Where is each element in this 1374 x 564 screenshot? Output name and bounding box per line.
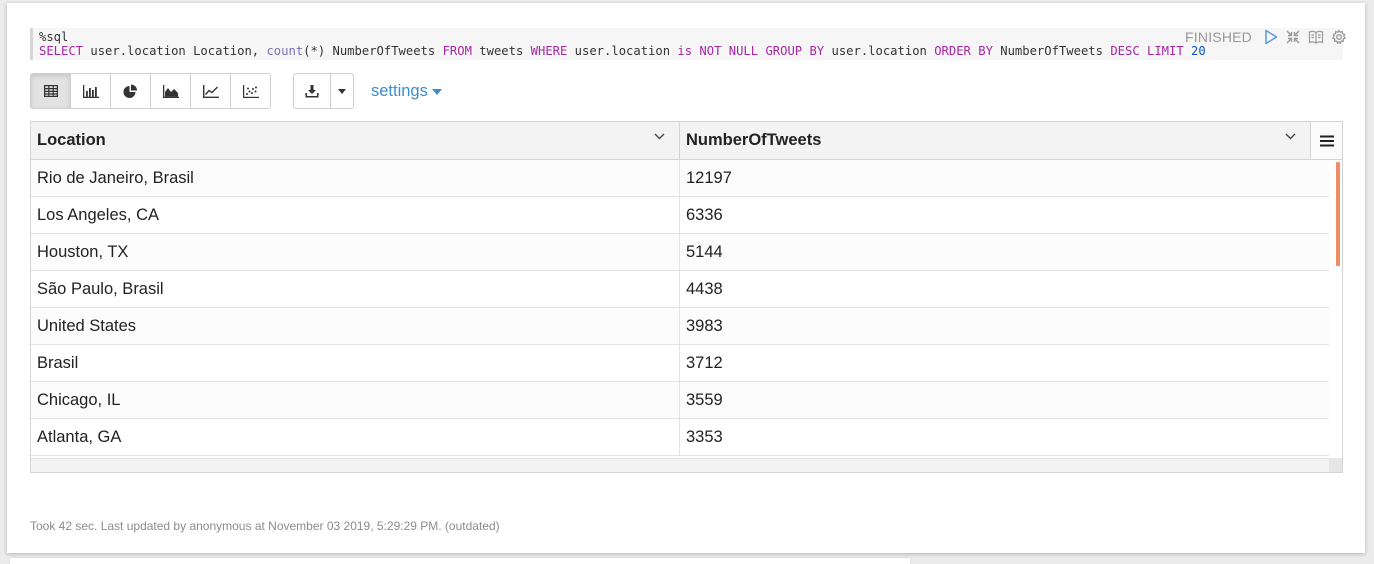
table-icon [43,85,58,97]
pie-chart-icon [123,84,137,98]
table-row[interactable]: United States 3983 [31,308,1329,345]
code-editor[interactable]: %sql SELECT user.location Location, count… [30,28,1343,60]
cell-number-of-tweets[interactable]: 5144 [680,234,1329,270]
sql-token: count [266,44,304,58]
horizontal-scrollbar[interactable] [31,458,1329,472]
cell-location[interactable]: Houston, TX [31,234,680,270]
sql-query-line: SELECT user.location Location, count(*) … [39,44,1343,58]
collapse-icon[interactable] [1285,29,1301,45]
download-button[interactable] [293,73,331,109]
table-view-button[interactable] [30,73,71,109]
table-header: Location NumberOfTweets [31,122,1342,160]
sql-token: ORDER BY [934,44,993,58]
table-row[interactable]: São Paulo, Brasil 4438 [31,271,1329,308]
sql-token: user.location Location, [83,44,267,58]
next-paragraph-edge [10,558,910,564]
cell-number-of-tweets[interactable]: 4438 [680,271,1329,307]
table-row[interactable]: Atlanta, GA 3353 [31,419,1329,456]
caret-down-icon [338,88,346,94]
area-chart-icon [162,84,179,98]
gear-icon[interactable] [1331,29,1347,45]
chart-type-group [30,73,271,109]
download-group [293,73,354,109]
table-row[interactable]: Brasil 3712 [31,345,1329,382]
status-label: FINISHED [1185,29,1252,45]
grid-menu-button[interactable] [1310,122,1342,159]
settings-dropdown[interactable]: settings [371,82,442,101]
visualization-toolbar: settings [30,73,442,109]
chevron-down-icon[interactable] [1285,133,1296,140]
sql-token: user.location [824,44,935,58]
table-row[interactable]: Los Angeles, CA 6336 [31,197,1329,234]
column-header-numberoftweets[interactable]: NumberOfTweets [680,122,1310,159]
scrollbar-corner [1329,458,1342,472]
bar-chart-icon [82,84,99,98]
cell-number-of-tweets[interactable]: 12197 [680,160,1329,196]
cell-location[interactable]: Brasil [31,345,680,381]
sql-token: DESC LIMIT [1110,44,1184,58]
sql-token: FROM [442,44,472,58]
settings-label: settings [371,81,428,100]
area-chart-button[interactable] [150,73,191,109]
chevron-down-icon[interactable] [654,133,665,140]
cell-location[interactable]: Los Angeles, CA [31,197,680,233]
cell-location[interactable]: Atlanta, GA [31,419,680,455]
download-icon [305,84,319,97]
sql-token: is NOT NULL GROUP BY [677,44,825,58]
cell-number-of-tweets[interactable]: 3559 [680,382,1329,418]
sql-token: NumberOfTweets [992,44,1111,58]
table-row[interactable]: Chicago, IL 3559 [31,382,1329,419]
cell-location[interactable]: United States [31,308,680,344]
scatter-chart-icon [242,84,259,98]
notebook-paragraph: %sql SELECT user.location Location, count… [7,3,1365,553]
sql-token: tweets [471,44,531,58]
line-chart-button[interactable] [190,73,231,109]
book-icon[interactable] [1308,29,1324,45]
sql-token: user.location [567,44,678,58]
cell-number-of-tweets[interactable]: 3983 [680,308,1329,344]
sql-token: (*) NumberOfTweets [303,44,443,58]
hamburger-menu-icon [1319,135,1334,146]
column-header-label: Location [37,131,106,149]
paragraph-footer: Took 42 sec. Last updated by anonymous a… [30,519,500,533]
scatter-chart-button[interactable] [230,73,271,109]
bar-chart-button[interactable] [70,73,111,109]
paragraph-status-bar: FINISHED [1185,29,1347,45]
column-header-label: NumberOfTweets [686,131,822,149]
caret-down-icon [431,89,442,95]
results-table: Location NumberOfTweets Rio de Janeiro, … [30,121,1343,473]
run-icon[interactable] [1264,29,1278,45]
column-header-location[interactable]: Location [31,122,680,159]
interpreter-directive: %sql [39,30,69,44]
cell-location[interactable]: Rio de Janeiro, Brasil [31,160,680,196]
sql-token: WHERE [530,44,568,58]
cell-location[interactable]: Chicago, IL [31,382,680,418]
sql-token: 20 [1191,44,1206,58]
vertical-scrollbar-thumb[interactable] [1336,162,1340,266]
table-row[interactable]: Rio de Janeiro, Brasil 12197 [31,160,1329,197]
sql-token: SELECT [39,44,84,58]
line-chart-icon [202,84,219,98]
cell-number-of-tweets[interactable]: 3712 [680,345,1329,381]
download-options-button[interactable] [330,73,354,109]
cell-number-of-tweets[interactable]: 3353 [680,419,1329,455]
pie-chart-button[interactable] [110,73,151,109]
table-row[interactable]: Houston, TX 5144 [31,234,1329,271]
cell-location[interactable]: São Paulo, Brasil [31,271,680,307]
cell-number-of-tweets[interactable]: 6336 [680,197,1329,233]
